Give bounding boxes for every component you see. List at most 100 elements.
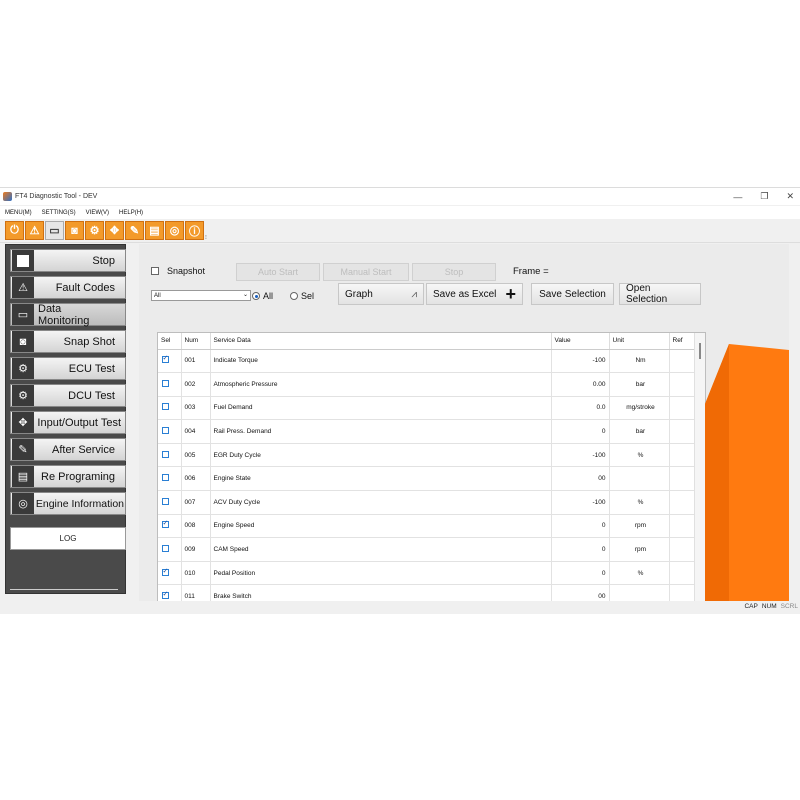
cell-sel[interactable] bbox=[158, 584, 182, 601]
minimize-icon[interactable]: — bbox=[733, 192, 742, 202]
graph-button[interactable]: Graph ⩘ bbox=[338, 283, 424, 305]
cell-sel[interactable] bbox=[158, 443, 182, 468]
table-row[interactable]: 002 Atmospheric Pressure 0.00 bar bbox=[158, 372, 696, 397]
row-checkbox[interactable] bbox=[162, 427, 169, 435]
save-excel-button[interactable]: Save as Excel + bbox=[426, 283, 523, 305]
cell-unit: % bbox=[609, 561, 670, 586]
radio-all-dot[interactable] bbox=[252, 292, 260, 300]
row-checkbox[interactable] bbox=[162, 474, 169, 482]
cell-name: CAM Speed bbox=[210, 537, 552, 562]
sidebar-item-fault-codes[interactable]: ⚠ Fault Codes bbox=[10, 276, 126, 299]
table-row[interactable]: 009 CAM Speed 0 rpm bbox=[158, 537, 696, 562]
sidebar-item-dcu-test[interactable]: ⚙ DCU Test bbox=[10, 384, 126, 407]
row-checkbox[interactable] bbox=[162, 403, 169, 411]
camera-icon: ◙ bbox=[12, 331, 34, 352]
auto-start-button[interactable]: Auto Start bbox=[236, 263, 320, 281]
cell-sel[interactable] bbox=[158, 537, 182, 562]
io-icon[interactable]: ✥ bbox=[105, 221, 124, 240]
row-checkbox[interactable] bbox=[162, 545, 169, 553]
col-sel[interactable]: Sel bbox=[158, 333, 182, 350]
table-row[interactable]: 001Indicate Torque-100Nm bbox=[158, 349, 696, 374]
table-row[interactable]: 004 Rail Press. Demand 0 bar bbox=[158, 419, 696, 444]
cell-sel[interactable] bbox=[158, 561, 182, 586]
reprogram-icon[interactable]: ▤ bbox=[145, 221, 164, 240]
sidebar-item-engine-information[interactable]: ◎ Engine Information bbox=[10, 492, 126, 515]
table-row[interactable]: 007 ACV Duty Cycle -100% bbox=[158, 490, 696, 515]
snapshot-checkbox[interactable]: Snapshot bbox=[151, 266, 205, 276]
snapshot-check[interactable] bbox=[151, 267, 159, 275]
radio-sel-dot[interactable] bbox=[290, 292, 298, 300]
cell-sel[interactable] bbox=[158, 349, 182, 374]
cell-num: 003 bbox=[181, 396, 211, 421]
log-button[interactable]: LOG bbox=[10, 527, 126, 550]
toolbar-grip-icon[interactable]: ⁝ bbox=[205, 221, 209, 241]
scroll-thumb[interactable] bbox=[699, 343, 701, 359]
col-value[interactable]: Value bbox=[551, 333, 610, 350]
cell-sel[interactable] bbox=[158, 466, 182, 492]
row-checkbox[interactable] bbox=[162, 450, 169, 458]
table-row[interactable]: 011Brake Switch00 bbox=[158, 584, 696, 601]
engine-info-icon[interactable]: ◎ bbox=[165, 221, 184, 240]
sidebar-item-data-monitoring[interactable]: ▭ Data Monitoring bbox=[10, 303, 126, 327]
row-checkbox[interactable] bbox=[162, 519, 169, 529]
row-checkbox[interactable] bbox=[162, 590, 169, 600]
filter-value: All bbox=[154, 292, 161, 299]
vertical-scrollbar[interactable] bbox=[694, 333, 705, 601]
col-service-data[interactable]: Service Data bbox=[210, 333, 552, 350]
cell-unit: % bbox=[609, 490, 670, 515]
menu-setting[interactable]: SETTING(S) bbox=[37, 210, 81, 216]
ecu-icon[interactable]: ⚙ bbox=[85, 221, 104, 240]
stop-button[interactable]: Stop bbox=[412, 263, 496, 281]
monitor-icon[interactable]: ▭ bbox=[45, 221, 64, 240]
chevron-down-icon: ⌄ bbox=[242, 292, 248, 298]
manual-start-button[interactable]: Manual Start bbox=[323, 263, 409, 281]
cell-sel[interactable] bbox=[158, 372, 182, 397]
sidebar-item-stop[interactable]: Stop bbox=[10, 249, 126, 272]
table-row[interactable]: 006 Engine State 00 bbox=[158, 466, 696, 492]
radio-sel[interactable]: Sel bbox=[290, 291, 314, 301]
cell-sel[interactable] bbox=[158, 490, 182, 515]
cell-unit: Nm bbox=[609, 349, 670, 374]
cell-sel[interactable] bbox=[158, 396, 182, 421]
menu-help[interactable]: HELP(H) bbox=[114, 210, 148, 216]
graph-label: Graph bbox=[345, 288, 373, 300]
open-selection-button[interactable]: Open Selection bbox=[619, 283, 701, 305]
cell-sel[interactable] bbox=[158, 419, 182, 444]
cell-ref bbox=[669, 561, 696, 586]
cell-num: 006 bbox=[181, 466, 211, 492]
table-row[interactable]: 008Engine Speed0rpm bbox=[158, 514, 696, 539]
restore-icon[interactable]: ❐ bbox=[760, 191, 768, 202]
filter-select[interactable]: All ⌄ bbox=[151, 290, 251, 301]
col-unit[interactable]: Unit bbox=[609, 333, 670, 350]
menu-view[interactable]: VIEW(V) bbox=[81, 210, 114, 216]
sidebar-item-io-test[interactable]: ✥ Input/Output Test bbox=[10, 411, 126, 434]
menu-menu[interactable]: MENU(M) bbox=[0, 210, 37, 216]
table-row[interactable]: 010Pedal Position0% bbox=[158, 561, 696, 586]
table-row[interactable]: 003 Fuel Demand 0.0 mg/stroke bbox=[158, 396, 696, 421]
sidebar-item-ecu-test[interactable]: ⚙ ECU Test bbox=[10, 357, 126, 380]
col-ref[interactable]: Ref bbox=[669, 333, 696, 350]
warning-icon[interactable]: ⚠ bbox=[25, 221, 44, 240]
sidebar-item-re-programing[interactable]: ▤ Re Programing bbox=[10, 465, 126, 488]
info-icon[interactable]: ⓘ bbox=[185, 221, 204, 240]
sidebar-item-snap-shot[interactable]: ◙ Snap Shot bbox=[10, 330, 126, 353]
service-icon[interactable]: ✎ bbox=[125, 221, 144, 240]
close-icon[interactable]: ✕ bbox=[786, 191, 794, 202]
row-checkbox[interactable] bbox=[162, 354, 169, 364]
power-icon[interactable]: ⏻ bbox=[5, 221, 24, 240]
arrows-icon: ✥ bbox=[12, 412, 34, 433]
col-num[interactable]: Num bbox=[181, 333, 211, 350]
title-bar: FT4 Diagnostic Tool - DEV — ❐ ✕ bbox=[0, 188, 800, 205]
cell-sel[interactable] bbox=[158, 514, 182, 539]
orange-graph-panel bbox=[705, 344, 789, 602]
table-row[interactable]: 005 EGR Duty Cycle -100% bbox=[158, 443, 696, 468]
row-checkbox[interactable] bbox=[162, 567, 169, 576]
row-checkbox[interactable] bbox=[162, 379, 169, 387]
cell-val: -100 bbox=[551, 443, 610, 468]
radio-all[interactable]: All bbox=[252, 291, 273, 301]
save-selection-button[interactable]: Save Selection bbox=[531, 283, 614, 305]
row-checkbox[interactable] bbox=[162, 497, 169, 505]
monitor-icon: ▭ bbox=[12, 304, 34, 325]
sidebar-item-after-service[interactable]: ✎ After Service bbox=[10, 438, 126, 461]
camera-icon[interactable]: ◙ bbox=[65, 221, 84, 240]
